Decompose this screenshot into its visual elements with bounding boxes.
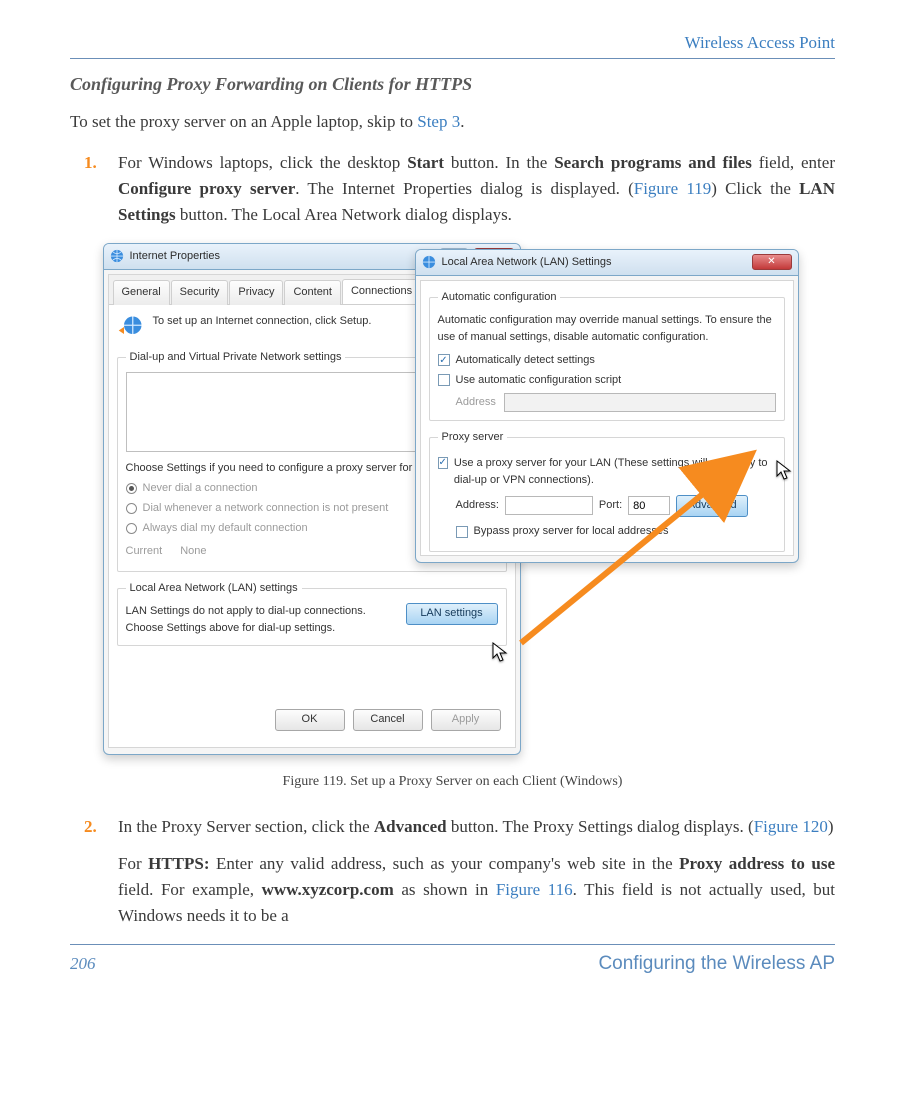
lan-settings-button[interactable]: LAN settings <box>406 603 498 625</box>
step-2-number: 2. <box>84 814 97 840</box>
globe-icon <box>110 249 124 263</box>
step-1-number: 1. <box>84 150 97 176</box>
cancel-button[interactable]: Cancel <box>353 709 423 731</box>
auto-address-field <box>504 393 776 412</box>
globe-icon <box>422 255 436 269</box>
link-figure-116[interactable]: Figure 116 <box>496 880 573 899</box>
check-auto-script[interactable]: Use automatic configuration script <box>438 372 776 389</box>
lan-settings-dialog: Local Area Network (LAN) Settings ✕ Auto… <box>415 249 799 563</box>
tab-general[interactable]: General <box>113 280 170 305</box>
check-use-proxy[interactable]: Use a proxy server for your LAN (These s… <box>438 455 776 489</box>
dialog-a-title: Internet Properties <box>130 248 434 265</box>
tab-security[interactable]: Security <box>171 280 229 305</box>
check-auto-detect[interactable]: Automatically detect settings <box>438 352 776 369</box>
figure-119: Internet Properties ? ✕ General Security… <box>103 243 803 763</box>
address-label: Address <box>456 394 496 411</box>
proxy-server-group: Proxy server Use a proxy server for your… <box>429 429 785 552</box>
link-figure-120[interactable]: Figure 120 <box>754 817 828 836</box>
link-figure-119[interactable]: Figure 119 <box>634 179 711 198</box>
lan-text: LAN Settings do not apply to dial-up con… <box>126 603 398 637</box>
advanced-button[interactable]: Advanced <box>676 495 748 517</box>
footer-rule <box>70 944 835 945</box>
tab-content[interactable]: Content <box>284 280 341 305</box>
current-label: Current <box>126 543 163 560</box>
proxy-legend: Proxy server <box>438 429 508 446</box>
globe-setup-icon <box>117 313 145 341</box>
footer-section: Configuring the Wireless AP <box>598 949 835 978</box>
current-value: None <box>180 543 206 560</box>
dialog-b-title: Local Area Network (LAN) Settings <box>442 254 746 271</box>
apply-button[interactable]: Apply <box>431 709 501 731</box>
auto-config-group: Automatic configuration Automatic config… <box>429 289 785 421</box>
port-field[interactable] <box>628 496 670 515</box>
dialup-legend: Dial-up and Virtual Private Network sett… <box>126 349 346 366</box>
close-button[interactable]: ✕ <box>752 254 792 270</box>
step-1: 1. For Windows laptops, click the deskto… <box>118 150 835 229</box>
header-rule <box>70 58 835 59</box>
check-bypass-local[interactable]: Bypass proxy server for local addresses <box>456 523 776 540</box>
step-2: 2. In the Proxy Server section, click th… <box>118 814 835 929</box>
page-footer: 206 Configuring the Wireless AP <box>70 949 835 978</box>
connections-listbox[interactable] <box>126 372 464 452</box>
proxy-address-field[interactable] <box>505 496 593 515</box>
section-heading: Configuring Proxy Forwarding on Clients … <box>70 71 835 99</box>
port-label: Port: <box>599 497 622 514</box>
link-step3[interactable]: Step 3 <box>417 112 460 131</box>
running-head: Wireless Access Point <box>70 30 835 56</box>
ok-button[interactable]: OK <box>275 709 345 731</box>
lan-legend: Local Area Network (LAN) settings <box>126 580 302 597</box>
auto-config-text: Automatic configuration may override man… <box>438 312 776 346</box>
page-number: 206 <box>70 951 96 977</box>
proxy-address-label: Address: <box>456 497 499 514</box>
tab-connections[interactable]: Connections <box>342 279 421 304</box>
figure-caption: Figure 119. Set up a Proxy Server on eac… <box>70 771 835 793</box>
intro-paragraph: To set the proxy server on an Apple lapt… <box>70 109 835 135</box>
lan-group: Local Area Network (LAN) settings LAN Se… <box>117 580 507 646</box>
tab-privacy[interactable]: Privacy <box>229 280 283 305</box>
auto-config-legend: Automatic configuration <box>438 289 561 306</box>
